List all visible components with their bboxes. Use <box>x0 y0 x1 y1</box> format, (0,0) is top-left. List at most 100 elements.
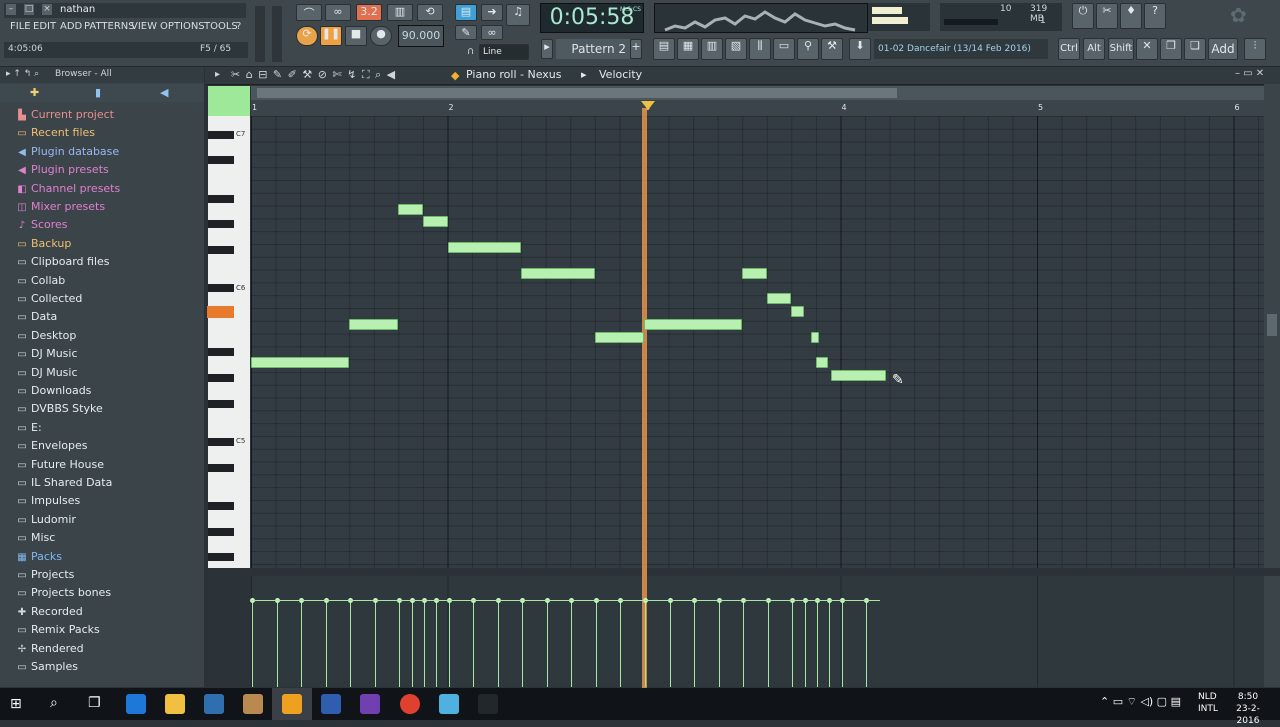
step-sequencer-icon[interactable]: ▦ <box>677 38 699 60</box>
note[interactable] <box>766 293 792 305</box>
metronome-bell-icon[interactable]: ♫ <box>506 4 530 26</box>
black-key[interactable] <box>208 527 234 536</box>
browser-item[interactable]: ▦ Packs <box>16 548 202 566</box>
tool-app-icon[interactable] <box>478 694 498 714</box>
browser-item[interactable]: ▭ Recent files <box>16 124 202 142</box>
velocity-bar[interactable] <box>718 601 720 687</box>
browser-item[interactable]: ▭ Backup <box>16 235 202 253</box>
velocity-pane[interactable] <box>251 576 1264 687</box>
browser-item[interactable]: ▭ Misc <box>16 529 202 547</box>
browser-icon[interactable]: ▭ <box>773 38 795 60</box>
record-button[interactable]: ● <box>370 26 392 46</box>
black-key[interactable] <box>208 130 234 139</box>
menu-edit[interactable]: EDIT <box>33 21 56 35</box>
scroll-thumb[interactable] <box>257 88 897 98</box>
window-controls[interactable]: – ▭ ✕ <box>1235 68 1264 79</box>
horizontal-scrollbar[interactable] <box>251 86 1264 100</box>
step-edit-icon[interactable]: ➜ <box>481 4 503 21</box>
note[interactable] <box>349 318 399 330</box>
velocity-bar[interactable] <box>841 601 843 687</box>
velocity-bar[interactable] <box>816 601 818 687</box>
browser-item[interactable]: ▭ Clipboard files <box>16 253 202 271</box>
velocity-bar[interactable] <box>252 601 253 687</box>
black-key[interactable] <box>208 374 234 382</box>
store-icon[interactable] <box>204 694 224 714</box>
velocity-bar[interactable] <box>473 601 475 687</box>
browser-item[interactable]: ◀ Plugin presets <box>16 161 202 179</box>
note[interactable] <box>742 267 767 279</box>
note[interactable] <box>594 331 644 343</box>
vertical-scrollbar[interactable] <box>1264 84 1280 568</box>
word-icon[interactable] <box>321 694 341 714</box>
menu-help[interactable]: ? <box>236 21 241 35</box>
pattern-add-icon[interactable]: + <box>630 39 642 59</box>
note[interactable] <box>830 370 886 381</box>
blend-notes-icon[interactable]: ▥ <box>387 4 413 21</box>
browser-item[interactable]: ♪ Scores <box>16 216 202 234</box>
wait-input-icon[interactable]: ∞ <box>325 4 351 21</box>
piano-roll-tools[interactable]: ✂ ⌂ ⊟ ✎ ✐ ⚒ ⊘ ✄ ↯ ⛶ ⌕ ◀ <box>231 68 396 82</box>
velocity-bar[interactable] <box>743 601 745 687</box>
pencil-icon[interactable]: ✎ <box>455 25 477 40</box>
close-icon[interactable]: × <box>42 4 52 15</box>
loop-record-icon[interactable]: ⟲ <box>417 4 443 21</box>
collapse-icon[interactable]: ✚ <box>30 86 39 99</box>
note[interactable] <box>422 216 448 228</box>
tray-icons[interactable]: ⌃ ▭ ⌔ ◁) ▢ ▤ <box>1100 695 1181 709</box>
vscroll-thumb[interactable] <box>1267 314 1277 336</box>
browser-item[interactable]: ▭ Desktop <box>16 327 202 345</box>
tempo-display[interactable]: 90.000 <box>398 25 444 47</box>
black-key[interactable] <box>208 156 234 165</box>
browser-item[interactable]: ▭ DJ Music <box>16 364 202 382</box>
app-icon[interactable] <box>243 694 263 714</box>
help-icon[interactable]: ? <box>1144 3 1166 29</box>
plugin-picker-icon[interactable]: ⚲ <box>797 38 819 60</box>
browser-item[interactable]: ▙ Current project <box>16 106 202 124</box>
event-splitter[interactable] <box>251 569 1280 575</box>
black-key[interactable] <box>208 246 234 254</box>
menu-view[interactable]: VIEW <box>131 21 157 35</box>
velocity-bar[interactable] <box>423 601 425 687</box>
mixer-icon[interactable]: ⫼ <box>749 38 771 60</box>
browser-item[interactable]: ▭ Future House <box>16 456 202 474</box>
note[interactable] <box>521 267 595 279</box>
typing-keyboard-icon[interactable]: ▤ <box>455 4 477 21</box>
piano-keyboard[interactable]: C7 C6 C5 <box>208 116 250 568</box>
minimize-icon[interactable]: – <box>6 4 16 15</box>
menu-arrow-icon[interactable]: ▸ <box>215 69 220 80</box>
chrome-icon[interactable] <box>400 694 420 714</box>
black-key[interactable] <box>208 284 234 293</box>
velocity-bar[interactable] <box>645 601 646 687</box>
file-icon[interactable]: ▮ <box>95 86 101 99</box>
stop-button[interactable]: ■ <box>345 26 367 46</box>
browser-item[interactable]: ▭ Collected <box>16 290 202 308</box>
ctrl-key-button[interactable]: Ctrl <box>1058 38 1080 60</box>
black-key[interactable] <box>208 348 234 357</box>
velocity-bar[interactable] <box>276 601 278 687</box>
velocity-bar[interactable] <box>411 601 413 687</box>
velocity-bar[interactable] <box>571 601 573 687</box>
velocity-bar[interactable] <box>829 601 831 687</box>
velocity-bar[interactable] <box>804 601 806 687</box>
download-icon[interactable]: ⬇ <box>849 38 871 60</box>
input-language[interactable]: NLD INTL <box>1198 691 1218 715</box>
velocity-bar[interactable] <box>374 601 376 687</box>
browser-item[interactable]: ✢ Rendered <box>16 640 202 658</box>
velocity-bar[interactable] <box>436 601 438 687</box>
browser-item[interactable]: ◧ Channel presets <box>16 180 202 198</box>
black-key[interactable] <box>208 463 234 472</box>
clock[interactable]: 8:50 23-2-2016 <box>1226 691 1270 727</box>
playlist-icon[interactable]: ▤ <box>653 38 675 60</box>
pause-button[interactable]: ❚❚ <box>320 26 342 46</box>
menu-tools[interactable]: TOOLS <box>204 21 238 35</box>
browser-item[interactable]: ✚ Recorded <box>16 603 202 621</box>
velocity-bar[interactable] <box>620 601 622 687</box>
speaker-icon[interactable]: ◀ <box>160 86 168 99</box>
velocity-bar[interactable] <box>792 601 794 687</box>
browser-item[interactable]: ▭ Projects bones <box>16 584 202 602</box>
browser-item[interactable]: ▭ Projects <box>16 566 202 584</box>
audio-app-icon[interactable] <box>360 694 380 714</box>
paste-icon[interactable]: ❏ <box>1184 38 1206 60</box>
note-grid[interactable] <box>251 116 1264 568</box>
search-icon[interactable]: ⌕ <box>50 695 58 711</box>
